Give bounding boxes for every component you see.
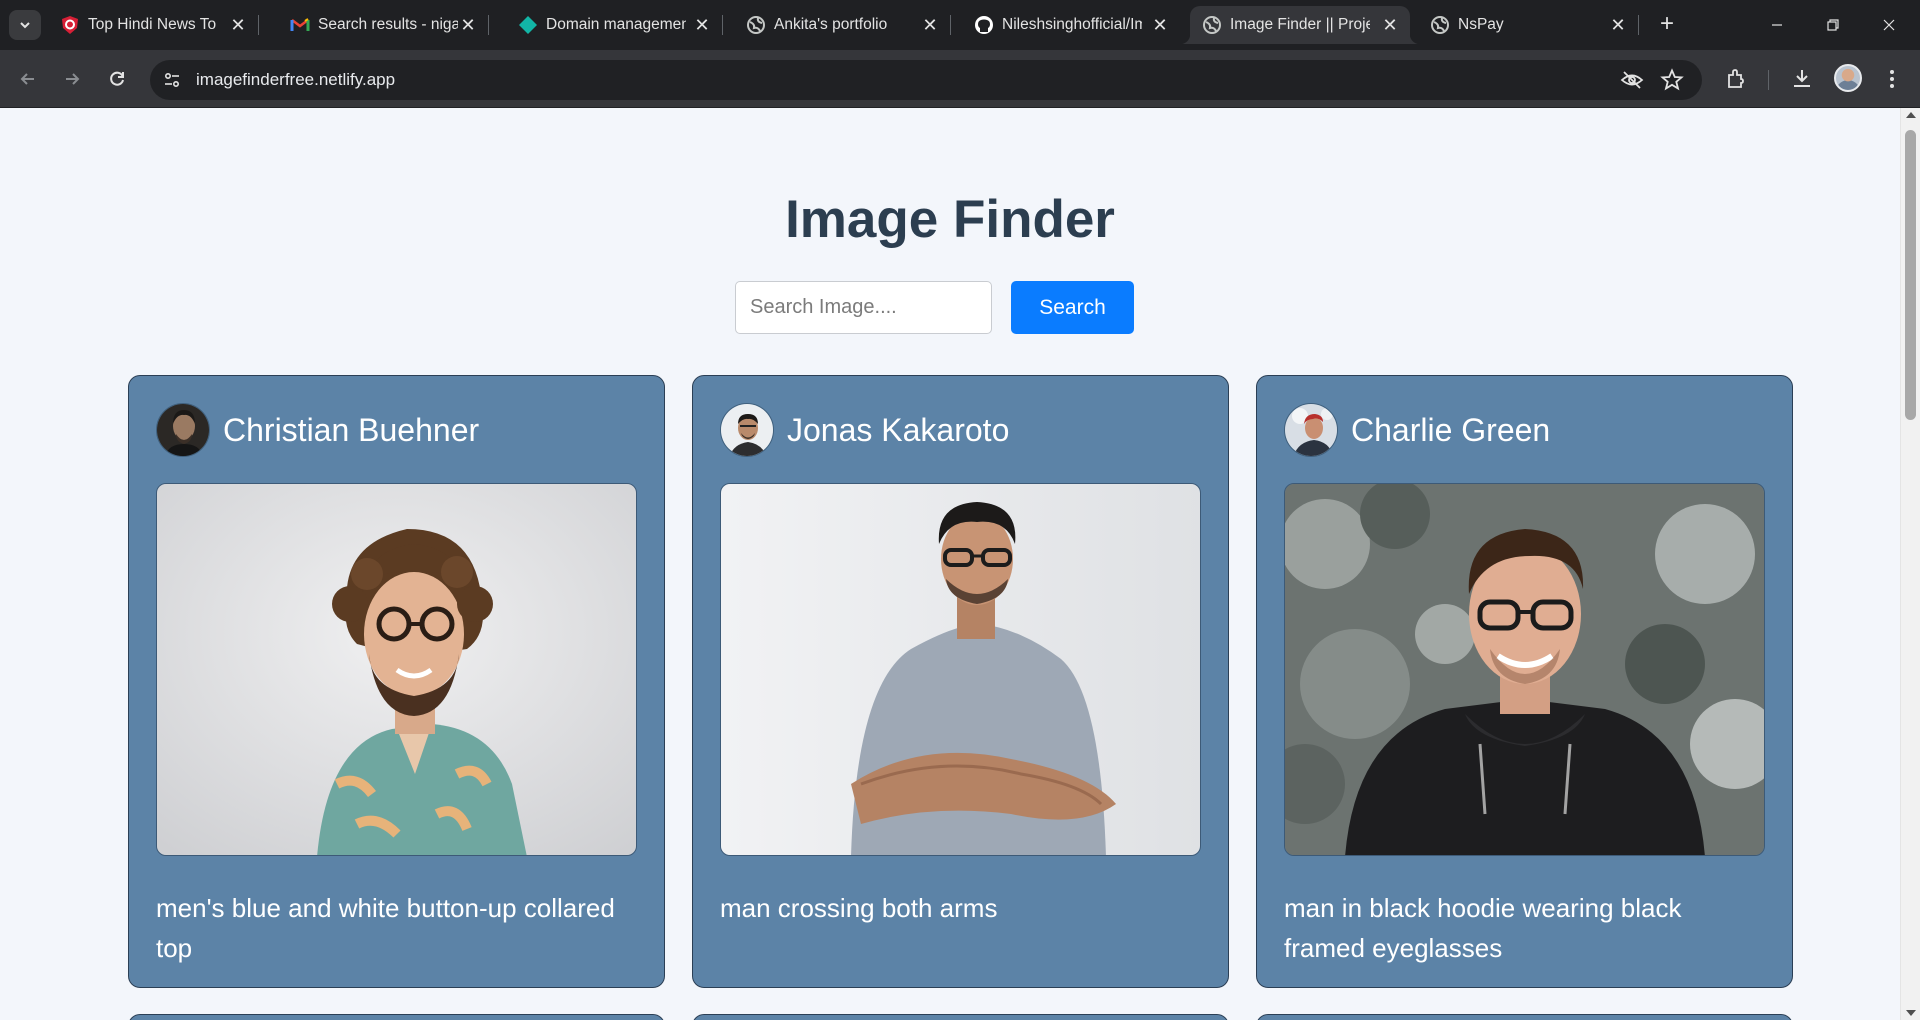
news-shield-icon: [62, 16, 78, 34]
tab-title: Nileshsinghofficial/Im: [1002, 16, 1142, 33]
close-icon: [1883, 19, 1895, 31]
browser-tab[interactable]: Ankita's portfolio ✕: [734, 6, 951, 44]
tab-search-button[interactable]: [9, 10, 41, 40]
globe-icon: [747, 16, 765, 34]
close-tab-icon[interactable]: ✕: [228, 15, 248, 35]
tab-title: Domain management: [546, 16, 686, 33]
star-icon[interactable]: [1660, 68, 1684, 92]
browser-toolbar: imagefinderfree.netlify.app: [0, 50, 1920, 108]
browser-tab[interactable]: Search results - nigar ✕: [278, 6, 489, 44]
tab-title: Image Finder || Proje: [1230, 16, 1370, 33]
eye-off-icon[interactable]: [1620, 68, 1644, 92]
browser-tab[interactable]: NsPay ✕: [1418, 6, 1639, 44]
page-scrollbar[interactable]: [1900, 108, 1920, 1020]
author-name: Christian Buehner: [223, 412, 480, 448]
close-tab-icon[interactable]: ✕: [1608, 15, 1628, 35]
author-avatar: [156, 403, 210, 457]
close-tab-icon[interactable]: ✕: [692, 15, 712, 35]
author-name: Jonas Kakaroto: [787, 412, 1010, 448]
close-tab-icon[interactable]: ✕: [920, 15, 940, 35]
url-text[interactable]: imagefinderfree.netlify.app: [196, 70, 395, 90]
forward-arrow-icon: [66, 73, 80, 85]
close-tab-icon[interactable]: ✕: [458, 15, 478, 35]
image-card: Charlie Green man in black hoodie wearin…: [1256, 375, 1793, 988]
diamond-icon: [519, 16, 537, 34]
search-input[interactable]: [735, 281, 992, 334]
tab-divider: [722, 15, 723, 35]
author-photo: [1285, 404, 1337, 456]
scroll-down-arrow-icon[interactable]: [1906, 1010, 1916, 1016]
author-avatar: [1284, 403, 1338, 457]
globe-icon: [1431, 16, 1449, 34]
tab-divider: [950, 15, 951, 35]
download-icon[interactable]: [1790, 67, 1814, 91]
scrollbar-thumb[interactable]: [1905, 130, 1916, 420]
man-crossing-arms-photo: [721, 484, 1200, 855]
tab-title: NsPay: [1458, 16, 1504, 33]
scroll-up-arrow-icon[interactable]: [1906, 112, 1916, 118]
tab-divider: [258, 15, 259, 35]
close-window-button[interactable]: [1866, 10, 1912, 40]
close-tab-icon[interactable]: ✕: [1380, 15, 1400, 35]
tab-divider: [488, 15, 489, 35]
image-card-partial: [692, 1014, 1229, 1020]
profile-avatar[interactable]: [1834, 64, 1862, 92]
image-card: Christian Buehner men's blue and white b…: [128, 375, 665, 988]
minimize-icon: [1772, 24, 1782, 26]
restore-button[interactable]: [1810, 10, 1856, 40]
browser-tab[interactable]: Domain management ✕: [506, 6, 723, 44]
github-icon: [975, 16, 993, 34]
browser-tab-bar: Top Hindi News Today ✕ Search results - …: [0, 0, 1920, 50]
page-viewport: Image Finder Search Christian Buehner: [0, 108, 1900, 1020]
tab-title: Top Hindi News Today: [88, 16, 216, 33]
address-bar[interactable]: imagefinderfree.netlify.app: [150, 60, 1702, 100]
back-arrow-icon: [20, 73, 34, 85]
image-card-partial: [1256, 1014, 1793, 1020]
curly-haired-man-photo: [157, 484, 636, 855]
new-tab-button[interactable]: +: [1652, 10, 1682, 40]
tab-title: Search results - nigar: [318, 16, 458, 33]
toolbar-divider: [1768, 70, 1769, 90]
page-title: Image Finder: [785, 190, 1115, 249]
tab-title: Ankita's portfolio: [774, 16, 888, 33]
browser-tab[interactable]: Top Hindi News Today ✕: [48, 6, 259, 44]
gmail-icon: [290, 18, 310, 31]
man-black-hoodie-photo: [1285, 484, 1764, 855]
reload-icon: [110, 71, 124, 86]
browser-tab-active[interactable]: Image Finder || Proje ✕: [1180, 6, 1420, 44]
chevron-down-icon: [20, 22, 30, 29]
card-photo: [720, 483, 1201, 856]
image-card: Jonas Kakaroto man crossing both arms: [692, 375, 1229, 988]
more-vert-icon[interactable]: [1880, 67, 1904, 91]
back-button[interactable]: [12, 63, 44, 95]
site-info-button[interactable]: [158, 66, 186, 94]
author-photo: [157, 404, 209, 456]
search-button[interactable]: Search: [1011, 281, 1134, 334]
image-description: man in black hoodie wearing black framed…: [1284, 893, 1682, 963]
close-tab-icon[interactable]: ✕: [1150, 15, 1170, 35]
author-avatar: [720, 403, 774, 457]
author-name: Charlie Green: [1351, 412, 1551, 448]
browser-tab[interactable]: Nileshsinghofficial/Im ✕: [962, 6, 1180, 44]
card-photo: [156, 483, 637, 856]
extensions-icon[interactable]: [1724, 67, 1748, 91]
reload-button[interactable]: [101, 63, 133, 95]
image-card-partial: [128, 1014, 665, 1020]
globe-icon: [1203, 16, 1221, 34]
image-description: men's blue and white button-up collared …: [156, 893, 615, 963]
tab-divider: [1638, 15, 1639, 35]
forward-button[interactable]: [56, 63, 88, 95]
card-photo: [1284, 483, 1765, 856]
image-description: man crossing both arms: [720, 893, 998, 923]
author-photo: [721, 404, 773, 456]
restore-icon: [1827, 19, 1839, 31]
tune-icon: [164, 72, 180, 88]
minimize-button[interactable]: [1754, 10, 1800, 40]
